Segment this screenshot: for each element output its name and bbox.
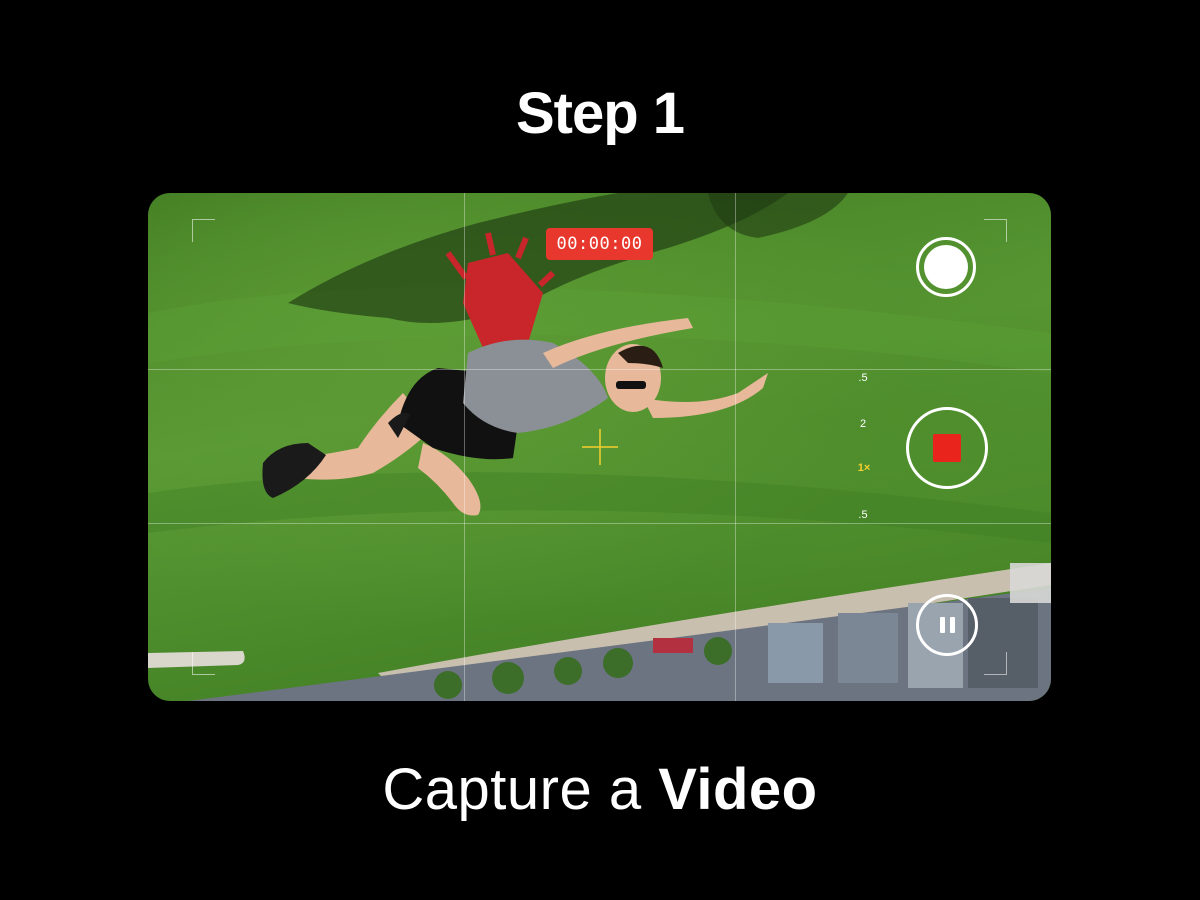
- camera-viewfinder[interactable]: 00:00:00 .5 2 1× .5: [148, 193, 1051, 701]
- recording-timer: 00:00:00: [546, 228, 653, 260]
- pause-icon: [939, 617, 955, 633]
- frame-corner: [984, 652, 1007, 675]
- caption-emphasis: Video: [658, 757, 818, 822]
- grid-line: [148, 523, 1051, 524]
- zoom-option-active[interactable]: 1×: [854, 462, 874, 474]
- step-title: Step 1: [515, 81, 685, 146]
- grid-line: [148, 369, 1051, 370]
- frame-corner: [192, 652, 215, 675]
- zoom-option[interactable]: .5: [853, 372, 873, 384]
- stop-record-icon: [933, 434, 961, 462]
- focus-crosshair-icon: [582, 429, 618, 465]
- stop-record-button[interactable]: [906, 407, 988, 489]
- grid-line: [464, 193, 465, 701]
- pause-button[interactable]: [916, 594, 978, 656]
- photo-shutter-button[interactable]: [916, 237, 976, 297]
- zoom-option[interactable]: .5: [853, 509, 873, 521]
- zoom-option[interactable]: 2: [853, 418, 873, 430]
- grid-line: [735, 193, 736, 701]
- frame-corner: [984, 219, 1007, 242]
- frame-corner: [192, 219, 215, 242]
- caption-prefix: Capture a: [382, 757, 642, 822]
- caption: Capture a Video: [0, 756, 1200, 823]
- photo-shutter-icon: [924, 245, 968, 289]
